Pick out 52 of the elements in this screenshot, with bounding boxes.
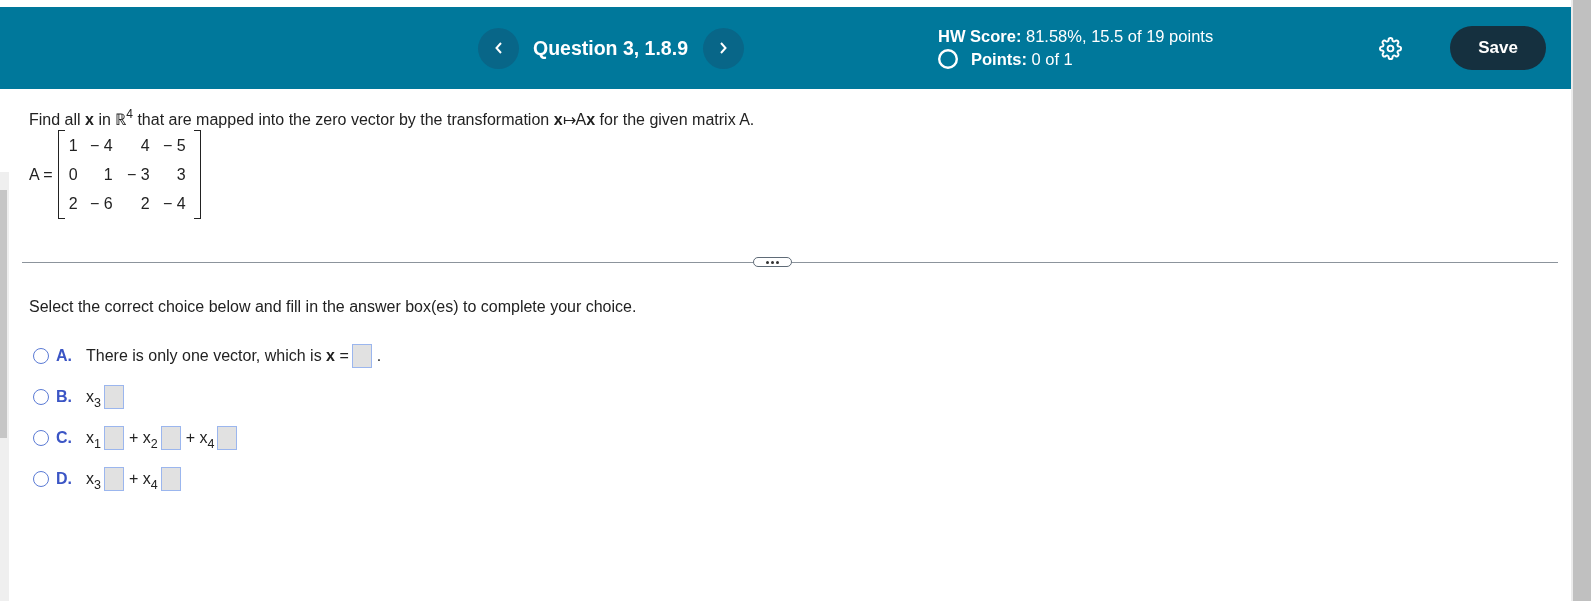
- status-ring-icon: [938, 49, 958, 69]
- matrix-cell-text: 1: [67, 135, 78, 156]
- settings-icon[interactable]: [1379, 36, 1402, 60]
- radio-button[interactable]: [33, 348, 49, 364]
- matrix-cell-text: − 6: [88, 193, 113, 214]
- choice-letter: B.: [56, 388, 73, 406]
- answer-box[interactable]: [103, 467, 124, 491]
- radio-button[interactable]: [33, 430, 49, 446]
- matrix-cell-text: 2: [139, 193, 150, 214]
- choice-text: x$_{1}$: [86, 429, 101, 447]
- answer-box[interactable]: [103, 385, 124, 409]
- more-button[interactable]: [753, 257, 792, 267]
- answer-box[interactable]: [217, 426, 238, 450]
- choice-letter: D.: [56, 470, 73, 488]
- choice-text: x$_{3}$: [86, 470, 101, 488]
- previous-button[interactable]: [478, 27, 519, 69]
- chevron-right-icon: [720, 42, 727, 54]
- matrix-cell-text: − 4: [161, 193, 186, 214]
- choice-letter: C.: [56, 429, 73, 447]
- choice-letter: A.: [56, 347, 73, 365]
- matrix-cell-text: − 4: [88, 135, 113, 156]
- matrix-cell-text: 4: [139, 135, 150, 156]
- ellipsis-icon: [766, 260, 779, 264]
- answer-box[interactable]: [160, 467, 181, 491]
- choice-text: There is only one vector, which is x =: [86, 347, 349, 365]
- matrix-cell-text: 3: [175, 164, 186, 185]
- question-title: Question 3, 1.8.9: [533, 36, 688, 60]
- chevron-left-icon: [495, 42, 502, 54]
- answer-box[interactable]: [103, 426, 124, 450]
- hw-score-text: HW Score: 81.58%, 15.5 of 19 points: [938, 27, 1214, 46]
- matrix-cell-text: 1: [102, 164, 113, 185]
- answer-box[interactable]: [160, 426, 181, 450]
- choice-text: x$_{3}$: [86, 388, 101, 406]
- scrollbar[interactable]: [1573, 0, 1591, 601]
- choice-text: + x$_{4}$: [185, 429, 215, 447]
- radio-button[interactable]: [33, 471, 49, 487]
- matrix-cell-text: 0: [67, 164, 78, 185]
- save-button[interactable]: Save: [1450, 26, 1546, 70]
- points-text: Points: 0 of 1: [971, 49, 1073, 69]
- matrix-cell-text: − 3: [125, 164, 150, 185]
- next-button[interactable]: [703, 27, 744, 69]
- choice-text: + x$_{2}$: [128, 429, 158, 447]
- instruction-text: Select the correct choice below and fill in the answer box(es) to complete your choice.: [29, 297, 637, 316]
- matrix-cell-text: − 5: [161, 135, 186, 156]
- choice-text: + x$_{4}$: [128, 470, 158, 488]
- question-text: Find all x in ℝ$^{4}$ that are mapped into the zero vector by the transformation x↦Ax for the given matrix A.: [29, 110, 755, 129]
- matrix-cell-text: 2: [67, 193, 78, 214]
- choice-text: .: [376, 347, 382, 365]
- radio-button[interactable]: [33, 389, 49, 405]
- answer-box[interactable]: [351, 344, 372, 368]
- matrix-label: A =: [29, 165, 53, 184]
- scrollbar-thumb[interactable]: [0, 190, 7, 438]
